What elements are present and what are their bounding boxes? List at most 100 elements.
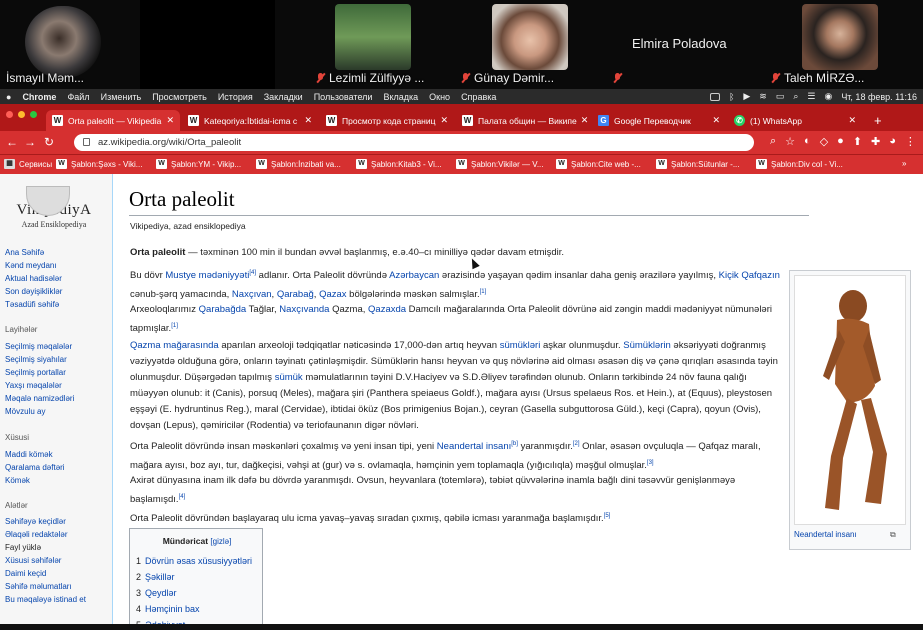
close-tab-icon[interactable]: ✕ [162,115,174,126]
article-link[interactable]: Naxçıvanda [279,304,329,315]
tab[interactable]: ✆ (1) WhatsApp ✕ [728,110,862,131]
sidebar-link[interactable]: Maddi kömək [5,450,53,459]
siri-icon[interactable]: ◉ [824,91,832,102]
more-bookmarks-icon[interactable]: » [902,159,906,168]
reference[interactable]: [1] [171,323,178,329]
extension-icon[interactable]: ⬆ [853,135,862,148]
menu-item[interactable]: Окно [429,92,450,102]
bookmark-apps[interactable]: ▦ Сервисы [4,159,52,169]
sidebar-link[interactable]: Seçilmiş məqalələr [5,342,72,351]
bluetooth-icon[interactable]: ᛒ [729,92,734,102]
participant-tile[interactable]: İsmayıl Məm... [0,0,130,89]
reference[interactable]: [5] [604,513,611,519]
toc-item[interactable]: 4 Həmçinin bax [136,604,200,614]
enlarge-icon[interactable]: ⧉ [890,530,896,540]
reference[interactable]: [2] [573,441,580,447]
menu-item[interactable]: Вкладка [383,92,418,102]
sidebar-link[interactable]: Son dəyişikliklər [5,287,62,296]
participant-tile[interactable] [140,0,275,89]
reference[interactable]: [4] [249,270,256,276]
sidebar-link[interactable]: Kənd meydanı [5,261,57,270]
close-tab-icon[interactable]: ✕ [708,115,720,126]
tab[interactable]: W Палата общин — Википе ✕ [456,110,590,131]
reload-icon[interactable]: ↻ [44,135,54,149]
article-link[interactable]: Azərbaycan [389,270,439,281]
article-link[interactable]: sümük [275,372,303,383]
toc-toggle[interactable]: [gizlə] [210,537,231,546]
address-bar[interactable]: az.wikipedia.org/wiki/Orta_paleolit [74,134,754,151]
article-link[interactable]: Qarabağ [277,289,314,300]
sidebar-link[interactable]: Yaxşı məqalələr [5,381,62,390]
bookmark[interactable]: W Şablon:Div col - Vi... [756,159,843,169]
close-tab-icon[interactable]: ✕ [300,115,312,126]
menu-item[interactable]: Просмотреть [152,92,207,102]
clock[interactable]: Чт, 18 февр. 11:16 [841,92,917,102]
menu-item[interactable]: Закладки [264,92,303,102]
menu-app-name[interactable]: Chrome [22,92,56,102]
participant-tile[interactable]: Günay Dəmir... [455,0,605,89]
sidebar-link[interactable]: Məqalə namizədləri [5,394,74,403]
menu-item[interactable]: Файл [67,92,89,102]
search-icon[interactable]: ⌕ [793,91,798,102]
bookmark[interactable]: W Şablon:Şəxs - Viki... [56,159,142,169]
bookmark[interactable]: W Şablon:Cite web -... [556,159,641,169]
close-tab-icon[interactable]: ✕ [577,115,589,126]
extension-icon[interactable]: ◐ [804,135,811,148]
sidebar-link[interactable]: Seçilmiş portallar [5,368,66,377]
article-link[interactable]: Qazax [319,289,346,300]
toc-item[interactable]: 3 Qeydlər [136,588,177,598]
reference[interactable]: [4] [179,494,186,500]
article-link[interactable]: Neandertal insanı [437,441,511,452]
article-link[interactable]: Qazma mağarasında [130,340,219,351]
sidebar-link[interactable]: Bu məqaləyə istinad et [5,595,86,604]
sidebar-link[interactable]: Qaralama dəftəri [5,463,65,472]
sidebar-link[interactable]: Səhifə məlumatları [5,582,72,591]
wifi-icon[interactable]: ≋ [759,91,767,102]
menu-item[interactable]: Пользователи [314,92,373,102]
extension-icon[interactable]: ◇ [820,135,828,148]
article-link[interactable]: Naxçıvan [232,289,272,300]
puzzle-icon[interactable]: ✚ [871,135,880,148]
reference[interactable]: [3] [647,460,654,466]
tab[interactable]: W Orta paleolit — Vikipedia ✕ [46,110,180,131]
tab[interactable]: G Google Переводчик ✕ [592,110,726,131]
bookmark[interactable]: W Şablon:İnzibati va... [256,159,341,169]
bookmark[interactable]: W Şablon:Viki​lər — V... [456,159,543,169]
sidebar-link[interactable]: Aktual hadisələr [5,274,62,283]
star-icon[interactable]: ☆ [785,135,795,148]
control-center-icon[interactable]: ☰ [807,91,815,102]
forward-icon[interactable]: → [24,135,36,149]
reference[interactable]: [b] [511,441,518,447]
tab[interactable]: W Просмотр кода страниц ✕ [320,110,454,131]
wikipedia-logo[interactable]: VikipediyA Azad Ensiklopediya [4,186,104,229]
article-link[interactable]: Sümüklərin [623,340,671,351]
menu-icon[interactable]: ⋮ [905,135,916,148]
close-tab-icon[interactable]: ✕ [844,115,856,126]
article-link[interactable]: sümükləri [500,340,541,351]
participant-tile[interactable]: Lezimli Zülfiyyə ... [310,0,460,89]
close-tab-icon[interactable]: ✕ [436,115,448,126]
apple-icon[interactable]: ● [6,92,11,102]
lock-icon[interactable] [83,138,90,146]
zoom-icon[interactable]: ⌕ [770,135,776,148]
article-link[interactable]: Mustye mədəniyyəti [165,270,249,281]
neanderthal-image[interactable] [794,275,906,525]
bookmark[interactable]: W Şablon:YM - Vikip... [156,159,241,169]
article-link[interactable]: Qarabağda [199,304,247,315]
bookmark[interactable]: W Şablon:Kitab3 - Vi... [356,159,442,169]
reference[interactable]: [1] [480,289,487,295]
sidebar-link[interactable]: Təsadüfi səhifə [5,300,59,309]
participant-tile[interactable]: Elmira Poladova [605,0,765,89]
sidebar-link[interactable]: Ana Səhifə [5,248,44,257]
participant-tile[interactable]: Taleh MİRZƏ... [765,0,923,89]
sidebar-link[interactable]: Əlaqəli redaktələr [5,530,68,539]
sidebar-link[interactable]: Mövzulu ay [5,407,45,416]
toc-item[interactable]: 1 Dövrün əsas xüsusiyyətləri [136,556,252,566]
image-caption[interactable]: Neandertal insanı [794,530,857,539]
display-icon[interactable] [709,92,720,101]
sidebar-link[interactable]: Seçilmiş siyahılar [5,355,67,364]
tab[interactable]: W Kateqoriya:İbtidai-icma c ✕ [182,110,318,131]
sidebar-link[interactable]: Kömək [5,476,30,485]
sidebar-link[interactable]: Xüsusi səhifələr [5,556,61,565]
flag-icon[interactable]: ▭ [776,91,785,102]
